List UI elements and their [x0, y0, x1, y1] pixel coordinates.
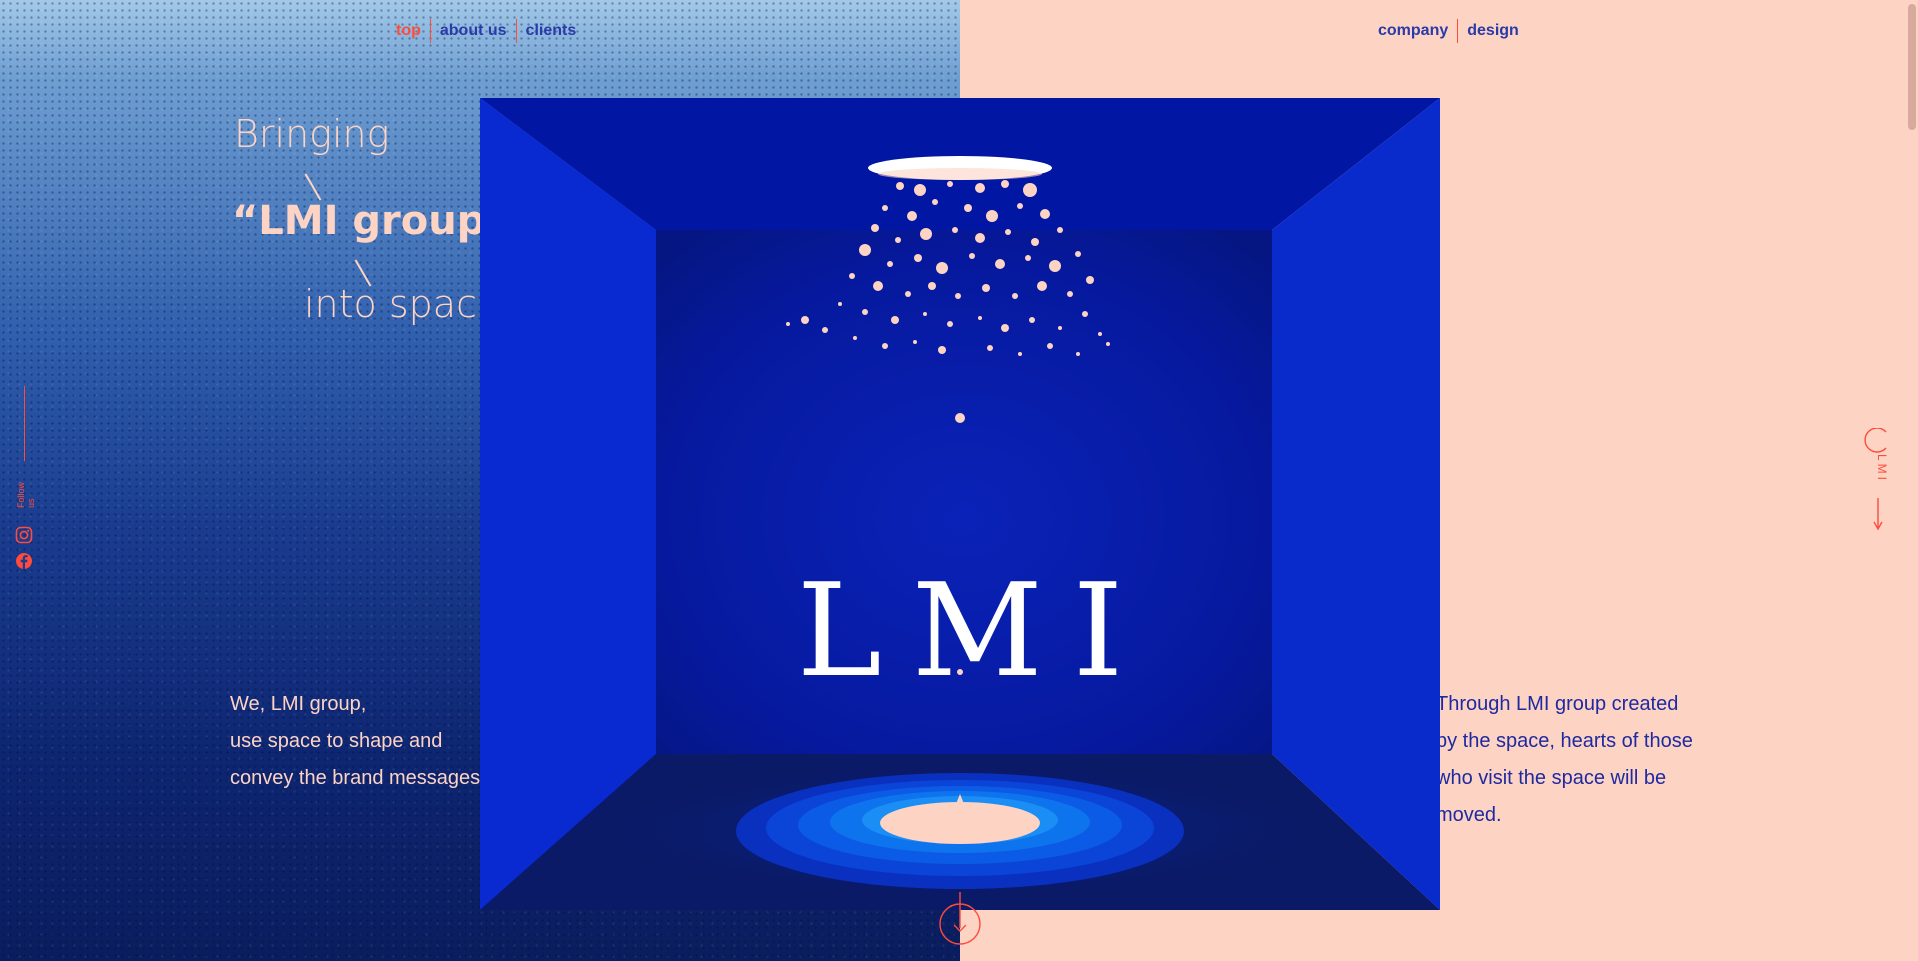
- lmi-logo: LMI: [796, 557, 1154, 706]
- side-menu-tab[interactable]: LMI: [1860, 427, 1892, 532]
- social-divider-line: [24, 386, 25, 461]
- nav-link-clients[interactable]: clients: [517, 19, 586, 43]
- nav-link-top[interactable]: top: [396, 19, 430, 43]
- headline-line-3: into space: [304, 282, 501, 326]
- facebook-icon[interactable]: [15, 552, 33, 570]
- lmi-3d-box: LMI: [480, 98, 1440, 910]
- follow-us-label: Follow us: [16, 481, 36, 508]
- scrollbar-thumb[interactable]: [1908, 4, 1916, 130]
- headline-line-1: Bringing: [234, 112, 390, 156]
- intro-text-left: We, LMI group, use space to shape and co…: [230, 686, 486, 797]
- scroll-down-button[interactable]: [938, 892, 982, 952]
- side-tab-label: LMI: [1875, 454, 1889, 483]
- social-links: Follow us: [12, 386, 36, 576]
- box-illustration: [480, 98, 1440, 910]
- secondary-nav: company design: [1378, 19, 1528, 43]
- side-tab-graphic: LMI: [1864, 427, 1889, 531]
- intro-left-line: convey the brand messages.: [230, 767, 486, 789]
- intro-right-line: by the space, hearts of those: [1436, 730, 1693, 752]
- primary-nav: top about us clients: [396, 19, 585, 43]
- intro-right-line: moved.: [1436, 804, 1502, 826]
- nav-link-company[interactable]: company: [1378, 19, 1457, 43]
- nav-link-design[interactable]: design: [1458, 19, 1528, 43]
- intro-right-line: who visit the space will be: [1436, 767, 1667, 789]
- headline-line-2: “LMI group”: [232, 198, 512, 244]
- page-scrollbar[interactable]: [1904, 0, 1918, 961]
- intro-right-line: Through LMI group created: [1436, 693, 1679, 715]
- nav-link-about-us[interactable]: about us: [431, 19, 516, 43]
- intro-left-line: use space to shape and: [230, 730, 443, 752]
- intro-text-right: Through LMI group created by the space, …: [1436, 686, 1693, 834]
- intro-left-line: We, LMI group,: [230, 693, 367, 715]
- instagram-icon[interactable]: [15, 526, 33, 544]
